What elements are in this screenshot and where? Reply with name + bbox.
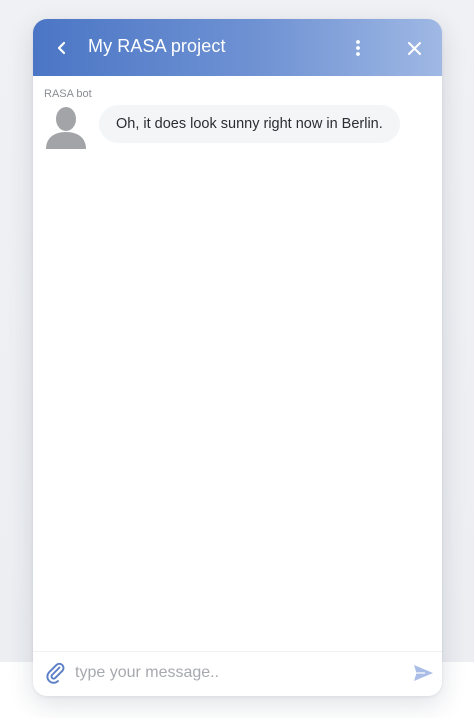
message-input[interactable]	[75, 660, 393, 686]
message-list[interactable]: RASA bot Oh, it does look sunny right no…	[33, 76, 442, 651]
send-icon	[413, 665, 433, 681]
more-options-button[interactable]	[343, 33, 373, 63]
back-button[interactable]	[47, 33, 77, 63]
chat-widget: My RASA project RASA bot Oh, it does loo…	[33, 19, 442, 696]
message-sender: RASA bot	[44, 88, 92, 100]
chevron-left-icon	[57, 41, 66, 55]
send-button[interactable]	[410, 660, 436, 686]
chat-header: My RASA project	[33, 19, 442, 76]
close-button[interactable]	[399, 33, 429, 63]
message-composer	[33, 651, 442, 696]
close-icon	[407, 41, 421, 55]
paperclip-icon	[46, 662, 65, 684]
bot-avatar	[45, 105, 87, 149]
more-vertical-icon	[356, 40, 360, 56]
attach-button[interactable]	[43, 660, 69, 686]
chat-title: My RASA project	[88, 36, 226, 56]
user-silhouette-icon	[46, 107, 86, 149]
message-bubble: Oh, it does look sunny right now in Berl…	[99, 105, 400, 143]
